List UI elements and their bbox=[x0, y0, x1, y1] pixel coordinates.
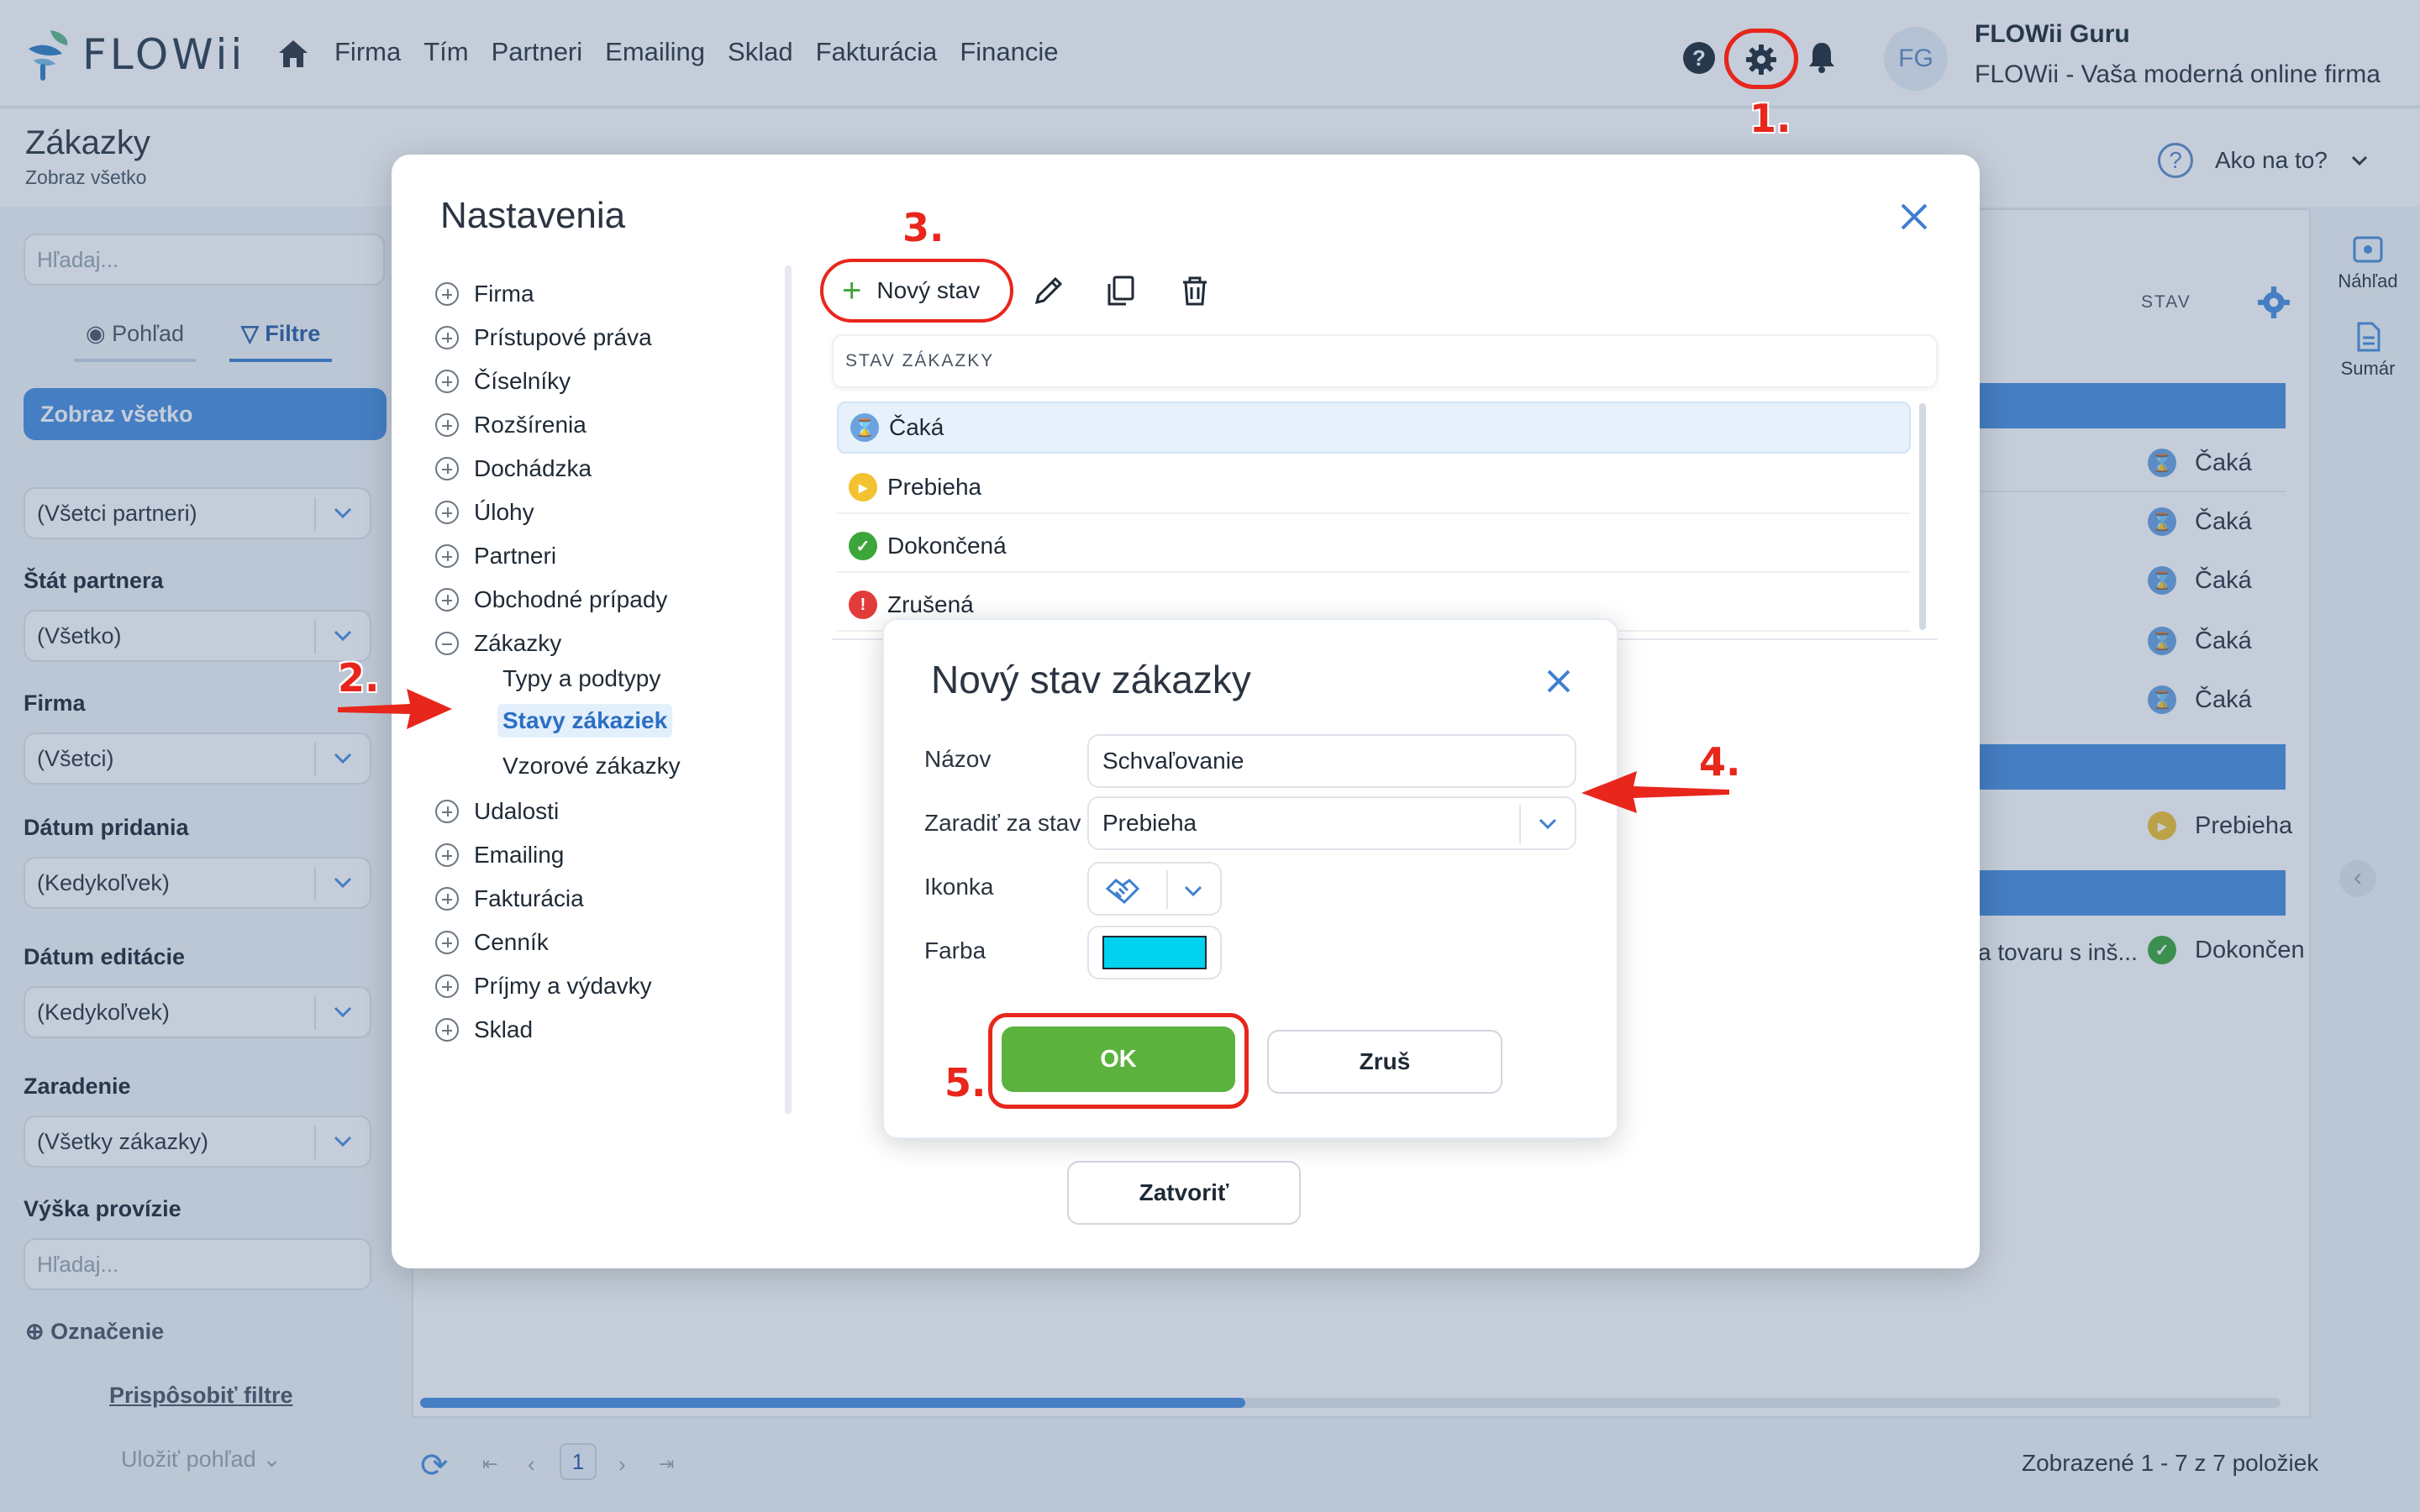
tree-label: Udalosti bbox=[474, 798, 560, 824]
tree-item-tasks[interactable]: Úlohy bbox=[435, 496, 534, 529]
settings-title: Nastavenia bbox=[440, 195, 626, 236]
new-state-dialog: Nový stav zákazky Názov Schvaľovanie Zar… bbox=[882, 618, 1618, 1139]
plus-circle-icon bbox=[435, 800, 459, 823]
plus-circle-icon bbox=[435, 1018, 459, 1042]
ok-button[interactable]: OK bbox=[1002, 1026, 1235, 1092]
annotation-5: 5. bbox=[944, 1060, 986, 1105]
tree-label: Dochádzka bbox=[474, 455, 592, 481]
plus-circle-icon bbox=[435, 457, 459, 480]
plus-circle-icon bbox=[435, 326, 459, 349]
tree-label: Rozšírenia bbox=[474, 412, 587, 438]
annotation-1: 1. bbox=[1749, 96, 1791, 141]
color-swatch bbox=[1102, 936, 1207, 969]
new-state-label: Nový stav bbox=[876, 277, 981, 303]
tree-sub-types[interactable]: Typy a podtypy bbox=[502, 662, 660, 696]
plus-circle-icon bbox=[435, 843, 459, 867]
minus-circle-icon bbox=[435, 632, 459, 655]
tree-item-invoicing[interactable]: Fakturácia bbox=[435, 882, 584, 916]
tree-item-firma[interactable]: Firma bbox=[435, 277, 534, 311]
plus-circle-icon bbox=[435, 588, 459, 612]
tree-item-income-expenses[interactable]: Príjmy a výdavky bbox=[435, 969, 652, 1003]
picker-divider bbox=[1166, 870, 1168, 909]
annotation-arrow-icon bbox=[1581, 771, 1729, 813]
tree-label: Cenník bbox=[474, 929, 549, 955]
state-row-in-progress[interactable]: ▸ Prebieha bbox=[837, 462, 1911, 514]
tree-label: Úlohy bbox=[474, 499, 534, 525]
exclamation-icon: ! bbox=[849, 591, 877, 619]
icon-picker[interactable] bbox=[1087, 862, 1222, 916]
plus-circle-icon bbox=[435, 544, 459, 568]
plus-circle-icon bbox=[435, 370, 459, 393]
chevron-down-icon bbox=[1539, 818, 1557, 830]
name-field[interactable]: Schvaľovanie bbox=[1087, 734, 1576, 788]
annotation-arrow-icon bbox=[338, 689, 452, 729]
tree-item-orders[interactable]: Zákazky bbox=[435, 627, 561, 660]
tree-label: Partneri bbox=[474, 543, 557, 569]
tree-item-partners[interactable]: Partneri bbox=[435, 539, 556, 573]
tree-label: Prístupové práva bbox=[474, 324, 652, 350]
tree-label: Emailing bbox=[474, 842, 565, 868]
color-label: Farba bbox=[924, 937, 986, 963]
cancel-button[interactable]: Zruš bbox=[1267, 1030, 1502, 1094]
tree-label: Príjmy a výdavky bbox=[474, 973, 652, 999]
tree-label: Sklad bbox=[474, 1016, 534, 1042]
tree-label: Zákazky bbox=[474, 630, 562, 656]
gear-highlight-ring bbox=[1724, 29, 1798, 89]
color-picker[interactable] bbox=[1087, 926, 1222, 979]
tree-sub-order-states[interactable]: Stavy zákaziek bbox=[497, 704, 673, 738]
after-state-select[interactable]: Prebieha bbox=[1087, 796, 1576, 850]
tree-item-pricelist[interactable]: Cenník bbox=[435, 926, 549, 959]
tree-label: Firma bbox=[474, 281, 534, 307]
states-scrollbar[interactable] bbox=[1919, 403, 1926, 630]
after-state-label: Zaradiť za stav bbox=[924, 810, 1081, 836]
close-icon[interactable] bbox=[1544, 667, 1573, 696]
tree-item-emailing[interactable]: Emailing bbox=[435, 838, 564, 872]
plus-circle-icon bbox=[435, 282, 459, 306]
check-icon: ✓ bbox=[849, 532, 877, 560]
plus-circle-icon bbox=[435, 887, 459, 911]
state-name: Prebieha bbox=[887, 474, 982, 500]
handshake-icon bbox=[1105, 879, 1140, 905]
tree-item-deals[interactable]: Obchodné prípady bbox=[435, 583, 667, 617]
state-row-done[interactable]: ✓ Dokončená bbox=[837, 521, 1911, 573]
tree-item-codelists[interactable]: Číselníky bbox=[435, 365, 571, 398]
plus-circle-icon bbox=[435, 931, 459, 954]
name-label: Názov bbox=[924, 746, 992, 772]
tree-item-extensions[interactable]: Rozšírenia bbox=[435, 408, 587, 442]
state-name: Zrušená bbox=[887, 591, 974, 617]
tree-scrollbar[interactable] bbox=[785, 265, 792, 1114]
tree-item-warehouse[interactable]: Sklad bbox=[435, 1013, 533, 1047]
new-state-button[interactable]: + Nový stav bbox=[820, 259, 1013, 323]
close-button[interactable]: Zatvoriť bbox=[1067, 1161, 1301, 1225]
dialog-title: Nový stav zákazky bbox=[931, 658, 1251, 701]
plus-circle-icon bbox=[435, 501, 459, 524]
close-icon[interactable] bbox=[1897, 200, 1931, 234]
chevron-down-icon bbox=[1184, 885, 1202, 897]
plus-icon: + bbox=[842, 272, 862, 309]
tree-label: Fakturácia bbox=[474, 885, 584, 911]
plus-circle-icon bbox=[435, 974, 459, 998]
state-name: Dokončená bbox=[887, 533, 1007, 559]
tree-item-access[interactable]: Prístupové práva bbox=[435, 321, 652, 354]
tree-item-attendance[interactable]: Dochádzka bbox=[435, 452, 592, 486]
tree-label: Číselníky bbox=[474, 368, 571, 394]
after-state-value: Prebieha bbox=[1102, 810, 1197, 836]
plus-circle-icon bbox=[435, 413, 459, 437]
icon-label: Ikonka bbox=[924, 874, 994, 900]
tree-sub-templates[interactable]: Vzorové zákazky bbox=[502, 749, 681, 783]
hourglass-icon: ⌛ bbox=[850, 413, 879, 442]
annotation-3: 3. bbox=[902, 205, 944, 250]
pencil-icon[interactable] bbox=[1032, 274, 1065, 307]
state-row-waiting[interactable]: ⌛ Čaká bbox=[837, 402, 1911, 454]
tree-label: Obchodné prípady bbox=[474, 586, 668, 612]
states-table-header: STAV ZÁKAZKY bbox=[832, 334, 1938, 388]
play-icon: ▸ bbox=[849, 473, 877, 501]
tree-item-events[interactable]: Udalosti bbox=[435, 795, 559, 828]
copy-icon[interactable] bbox=[1104, 274, 1138, 307]
trash-icon[interactable] bbox=[1178, 274, 1212, 307]
state-name: Čaká bbox=[889, 414, 944, 440]
